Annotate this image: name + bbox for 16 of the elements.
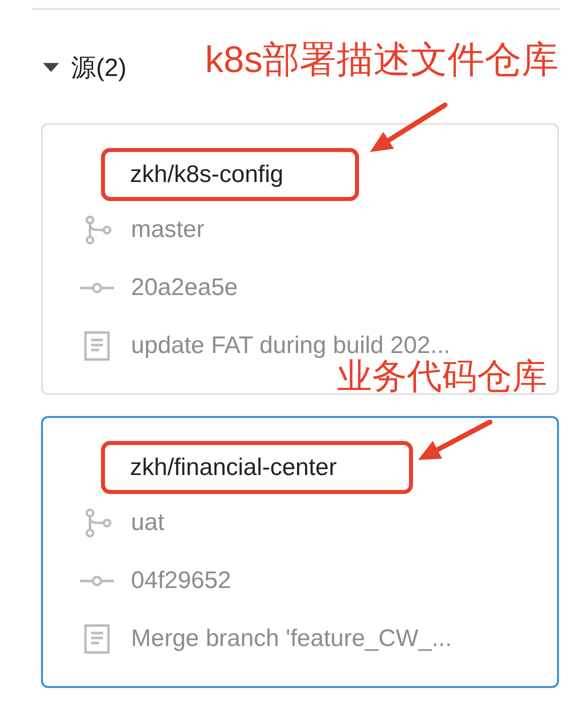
repo-title: zkh/k8s-config <box>101 148 360 201</box>
branch-name: uat <box>131 509 164 537</box>
commit-hash: 04f29652 <box>131 567 232 595</box>
commit-icon <box>80 281 114 295</box>
expand-triangle-icon[interactable] <box>43 62 59 72</box>
repo-title: zkh/financial-center <box>101 441 413 494</box>
source-card[interactable]: zkh/financial-center uat 04f29652 Merge branch 'feature_CW_... <box>41 416 559 688</box>
branch-name: master <box>131 216 204 244</box>
annotation-text: 业务代码仓库 <box>337 360 547 394</box>
section-title: 源(2) <box>71 52 127 84</box>
annotation-text: k8s部署描述文件仓库 <box>205 38 559 82</box>
source-card[interactable]: zkh/k8s-config master 20a2ea5e update FAT during build 202... 业务代码仓库 <box>41 123 559 395</box>
commit-icon <box>80 574 114 588</box>
commit-hash: 20a2ea5e <box>131 274 238 302</box>
commit-message: update FAT during build 202... <box>131 332 450 359</box>
commit-message: Merge branch 'feature_CW_... <box>131 625 452 653</box>
